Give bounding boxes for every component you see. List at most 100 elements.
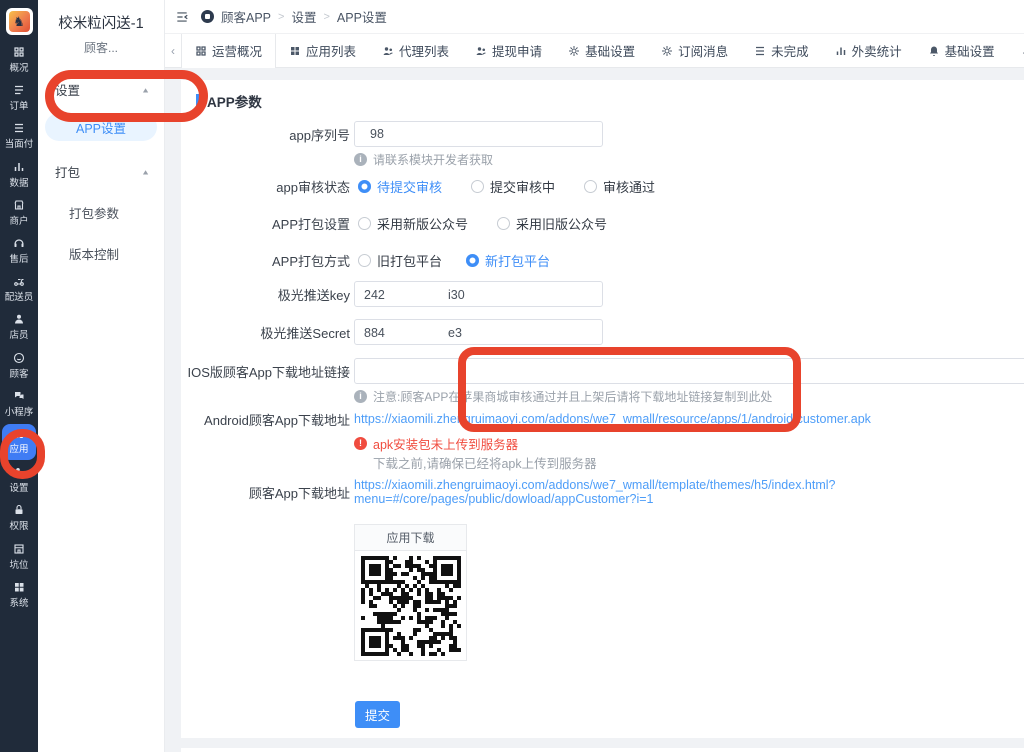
app-mini-icon <box>201 10 214 23</box>
jpush-secret-input[interactable]: 884 e3 <box>354 319 603 345</box>
jpush-key-label: 极光推送key <box>181 285 350 304</box>
gear-icon <box>661 45 673 57</box>
rail-item-apps[interactable]: 应用 <box>0 423 38 461</box>
chevron-up-icon: ▲ <box>141 168 150 176</box>
apps-grid-icon <box>13 428 25 440</box>
people-icon <box>382 45 394 57</box>
icon-rail: ♞ 概况 订单 当面付 数据 商户 售后 配送员 店员 顾客 小程序 <box>0 0 38 752</box>
rail-item-clerk[interactable]: 店员 <box>0 308 38 346</box>
chevron-up-icon: ▲ <box>141 86 150 94</box>
info-icon: i <box>354 153 367 166</box>
breadcrumb-separator: > <box>323 11 329 23</box>
headset-icon <box>13 237 25 249</box>
radio-review-passed[interactable]: 审核通过 <box>584 177 655 196</box>
android-url-label: Android顾客App下载地址 <box>181 410 350 429</box>
chat-bubbles-icon <box>13 390 25 402</box>
breadcrumb-item-settings[interactable]: 设置 <box>291 7 316 26</box>
submit-button[interactable]: 提交 <box>355 701 400 728</box>
radio-old-official-account[interactable]: 采用旧版公众号 <box>497 214 607 233</box>
radio-pending-review[interactable]: 待提交审核 <box>358 177 442 196</box>
tab-unfinished[interactable]: 未完成 <box>741 34 822 67</box>
rail-item-facepay[interactable]: 当面付 <box>0 117 38 155</box>
tab-withdraw-apply[interactable]: 提现申请 <box>462 34 555 67</box>
sub-sidebar: 校米粒闪送-1 顾客... 设置 ▲ APP设置 打包 ▲ 打包参数 版本控制 <box>38 0 165 752</box>
radio-new-platform[interactable]: 新打包平台 <box>466 251 550 270</box>
radio-in-review[interactable]: 提交审核中 <box>471 177 555 196</box>
tab-subscribe-message[interactable]: 订阅消息 <box>648 34 741 67</box>
list-icon <box>13 122 25 134</box>
menu-fold-icon[interactable] <box>175 10 189 24</box>
booth-icon <box>13 543 25 555</box>
radio-selected-icon <box>358 180 371 193</box>
android-note: 下载之前,请确保已经将apk上传到服务器 <box>373 453 597 472</box>
radio-icon <box>358 254 371 267</box>
tab-scroll-left-icon[interactable]: ‹ <box>171 44 175 58</box>
bell-icon <box>1021 45 1024 57</box>
breadcrumb-item-app-settings[interactable]: APP设置 <box>337 7 387 26</box>
app-download-card: 应用下载 <box>354 524 467 661</box>
scooter-icon <box>13 275 25 287</box>
person-gear-icon <box>13 466 25 478</box>
bell-icon <box>928 45 940 57</box>
rail-item-aftersale[interactable]: 售后 <box>0 232 38 270</box>
serial-hint: i 请联系模块开发者获取 <box>354 151 493 168</box>
top-navbar: 顾客APP > 设置 > APP设置 <box>165 0 1024 34</box>
sidebar-item-package-params[interactable]: 打包参数 <box>69 203 164 222</box>
qr-card-title: 应用下载 <box>355 525 466 551</box>
android-apk-link[interactable]: https://xiaomili.zhengruimaoyi.com/addon… <box>354 412 871 426</box>
info-icon: i <box>354 390 367 403</box>
customer-url-label: 顾客App下载地址 <box>181 483 350 502</box>
apps-grid-icon <box>289 45 301 57</box>
tab-basic-settings[interactable]: 基础设置 <box>555 34 648 67</box>
gear-icon <box>568 45 580 57</box>
breadcrumb-item-app[interactable]: 顾客APP <box>221 7 271 26</box>
tab-bar: ‹ 运营概况 应用列表 代理列表 提现申请 基础设置 订阅消息 未完成 <box>165 34 1024 68</box>
radio-old-platform[interactable]: 旧打包平台 <box>358 251 442 270</box>
sidebar-item-version-control[interactable]: 版本控制 <box>69 244 164 263</box>
list-icon <box>13 84 25 96</box>
next-card-edge <box>181 748 1024 752</box>
rail-item-orders[interactable]: 订单 <box>0 79 38 117</box>
list-icon <box>754 45 766 57</box>
rail-item-data[interactable]: 数据 <box>0 156 38 194</box>
people-icon <box>475 45 487 57</box>
breadcrumb-separator: > <box>278 11 284 23</box>
tab-basic-settings-2[interactable]: 基础设置 <box>915 34 1008 67</box>
package-mode-label: APP打包方式 <box>181 251 350 270</box>
radio-selected-icon <box>466 254 479 267</box>
app-params-card: APP参数 app序列号 i 请联系模块开发者获取 app审核状态 待提交审核 … <box>181 80 1024 738</box>
bar-chart-icon <box>835 45 847 57</box>
jpush-secret-label: 极光推送Secret <box>181 323 350 342</box>
review-status-label: app审核状态 <box>181 177 350 196</box>
rail-item-merchant[interactable]: 商户 <box>0 194 38 232</box>
bar-chart-icon <box>13 161 25 173</box>
radio-new-official-account[interactable]: 采用新版公众号 <box>358 214 468 233</box>
tab-agent-list[interactable]: 代理列表 <box>369 34 462 67</box>
rail-item-miniprogram[interactable]: 小程序 <box>0 385 38 423</box>
rail-item-overview[interactable]: 概况 <box>0 41 38 79</box>
app-logo[interactable]: ♞ <box>6 8 33 35</box>
tab-operation-overview[interactable]: 运营概况 <box>181 34 276 67</box>
customer-app-link[interactable]: https://xiaomili.zhengruimaoyi.com/addon… <box>354 478 1024 506</box>
rail-item-courier[interactable]: 配送员 <box>0 270 38 308</box>
package-setting-label: APP打包设置 <box>181 214 350 233</box>
qr-code <box>355 551 466 656</box>
rail-item-slot[interactable]: 坑位 <box>0 537 38 575</box>
rail-item-settings[interactable]: 设置 <box>0 461 38 499</box>
sidebar-section-settings[interactable]: 设置 ▲ <box>38 80 164 99</box>
rail-item-system[interactable]: 系统 <box>0 576 38 614</box>
android-error: ! apk安装包未上传到服务器 <box>354 434 518 453</box>
sidebar-section-package[interactable]: 打包 ▲ <box>38 162 164 181</box>
rail-item-permission[interactable]: 权限 <box>0 499 38 537</box>
error-icon: ! <box>354 437 367 450</box>
ios-url-input[interactable] <box>354 358 1024 384</box>
sidebar-item-app-settings[interactable]: APP设置 <box>45 113 157 141</box>
jpush-key-input[interactable]: 242 i30 <box>354 281 603 307</box>
tab-takeout-stats[interactable]: 外卖统计 <box>822 34 915 67</box>
serial-input[interactable] <box>354 121 603 147</box>
tab-bottom-nav[interactable]: 底部导航 <box>1008 34 1024 67</box>
person-icon <box>13 313 25 325</box>
tab-app-list[interactable]: 应用列表 <box>276 34 369 67</box>
rail-item-customer[interactable]: 顾客 <box>0 347 38 385</box>
serial-label: app序列号 <box>181 125 350 144</box>
